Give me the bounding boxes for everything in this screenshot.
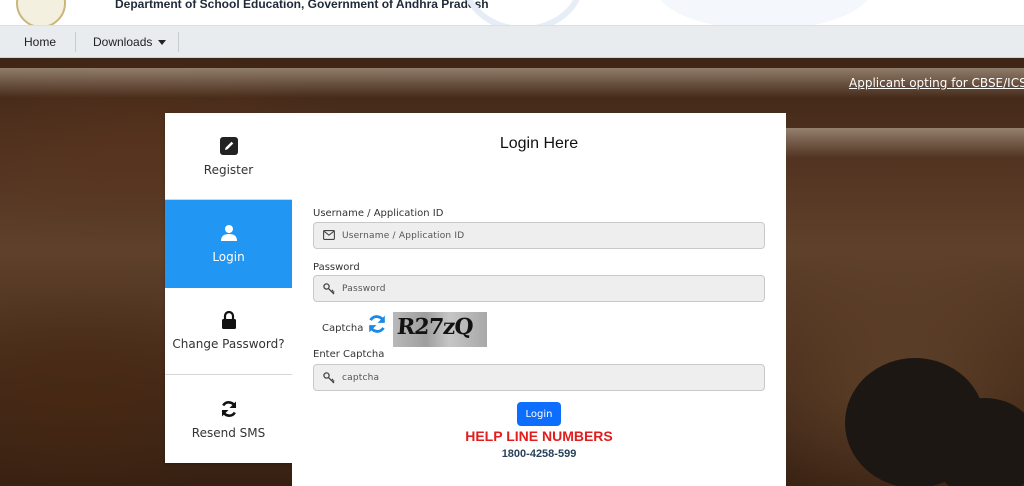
caret-down-icon: [158, 40, 167, 46]
department-name: Department of School Education, Governme…: [115, 0, 489, 11]
state-emblem-logo: [16, 0, 66, 25]
header-swoosh: [654, 0, 874, 25]
announcement-link[interactable]: Applicant opting for CBSE/ICSE/I: [849, 76, 1024, 90]
side-menu: Register Login Change Password? Resend S…: [165, 113, 292, 463]
login-title: Login Here: [499, 135, 579, 152]
password-label: Password: [313, 262, 360, 273]
key-icon: [323, 372, 335, 384]
refresh-icon: [221, 401, 236, 417]
username-field: [313, 222, 765, 249]
username-input[interactable]: [342, 223, 752, 248]
side-menu-register[interactable]: Register: [165, 113, 292, 200]
side-menu-change-password-label: Change Password?: [172, 337, 285, 351]
side-menu-login-label: Login: [212, 250, 245, 264]
password-field: [313, 275, 765, 302]
key-icon: [323, 283, 335, 295]
photo-drape: [760, 128, 1024, 158]
login-button[interactable]: Login: [517, 402, 561, 426]
captcha-refresh-icon[interactable]: [367, 314, 387, 334]
side-menu-resend-sms-label: Resend SMS: [191, 426, 266, 440]
captcha-image: R27zQ: [393, 312, 487, 347]
pencil-square-icon: [219, 137, 238, 155]
captcha-field: [313, 364, 765, 391]
nav-downloads-dropdown[interactable]: Downloads: [93, 26, 167, 58]
side-menu-register-label: Register: [203, 163, 254, 177]
nav-home[interactable]: Home: [24, 26, 56, 58]
nav-divider: [75, 32, 76, 52]
login-panel: Login Here Username / Application ID Pas…: [292, 113, 786, 486]
username-label: Username / Application ID: [313, 208, 444, 219]
captcha-image-text: R27zQ: [396, 314, 474, 340]
header-decoration: [462, 0, 584, 25]
side-menu-resend-sms[interactable]: Resend SMS: [165, 375, 292, 463]
side-menu-change-password[interactable]: Change Password?: [165, 288, 292, 375]
captcha-label: Captcha: [322, 323, 364, 334]
captcha-input[interactable]: [342, 365, 752, 390]
password-input[interactable]: [342, 276, 752, 301]
envelope-icon: [323, 230, 335, 240]
lock-icon: [221, 311, 236, 329]
helpline-number: 1800-4258-599: [501, 448, 577, 460]
nav-divider: [178, 32, 179, 52]
nav-downloads-label: Downloads: [93, 35, 153, 49]
side-menu-login[interactable]: Login: [165, 200, 292, 288]
site-header: Department of School Education, Governme…: [0, 0, 1024, 25]
main-navbar: Home Downloads: [0, 25, 1024, 58]
user-icon: [220, 225, 237, 241]
helpline-title: HELP LINE NUMBERS: [465, 428, 613, 444]
enter-captcha-label: Enter Captcha: [313, 349, 385, 360]
